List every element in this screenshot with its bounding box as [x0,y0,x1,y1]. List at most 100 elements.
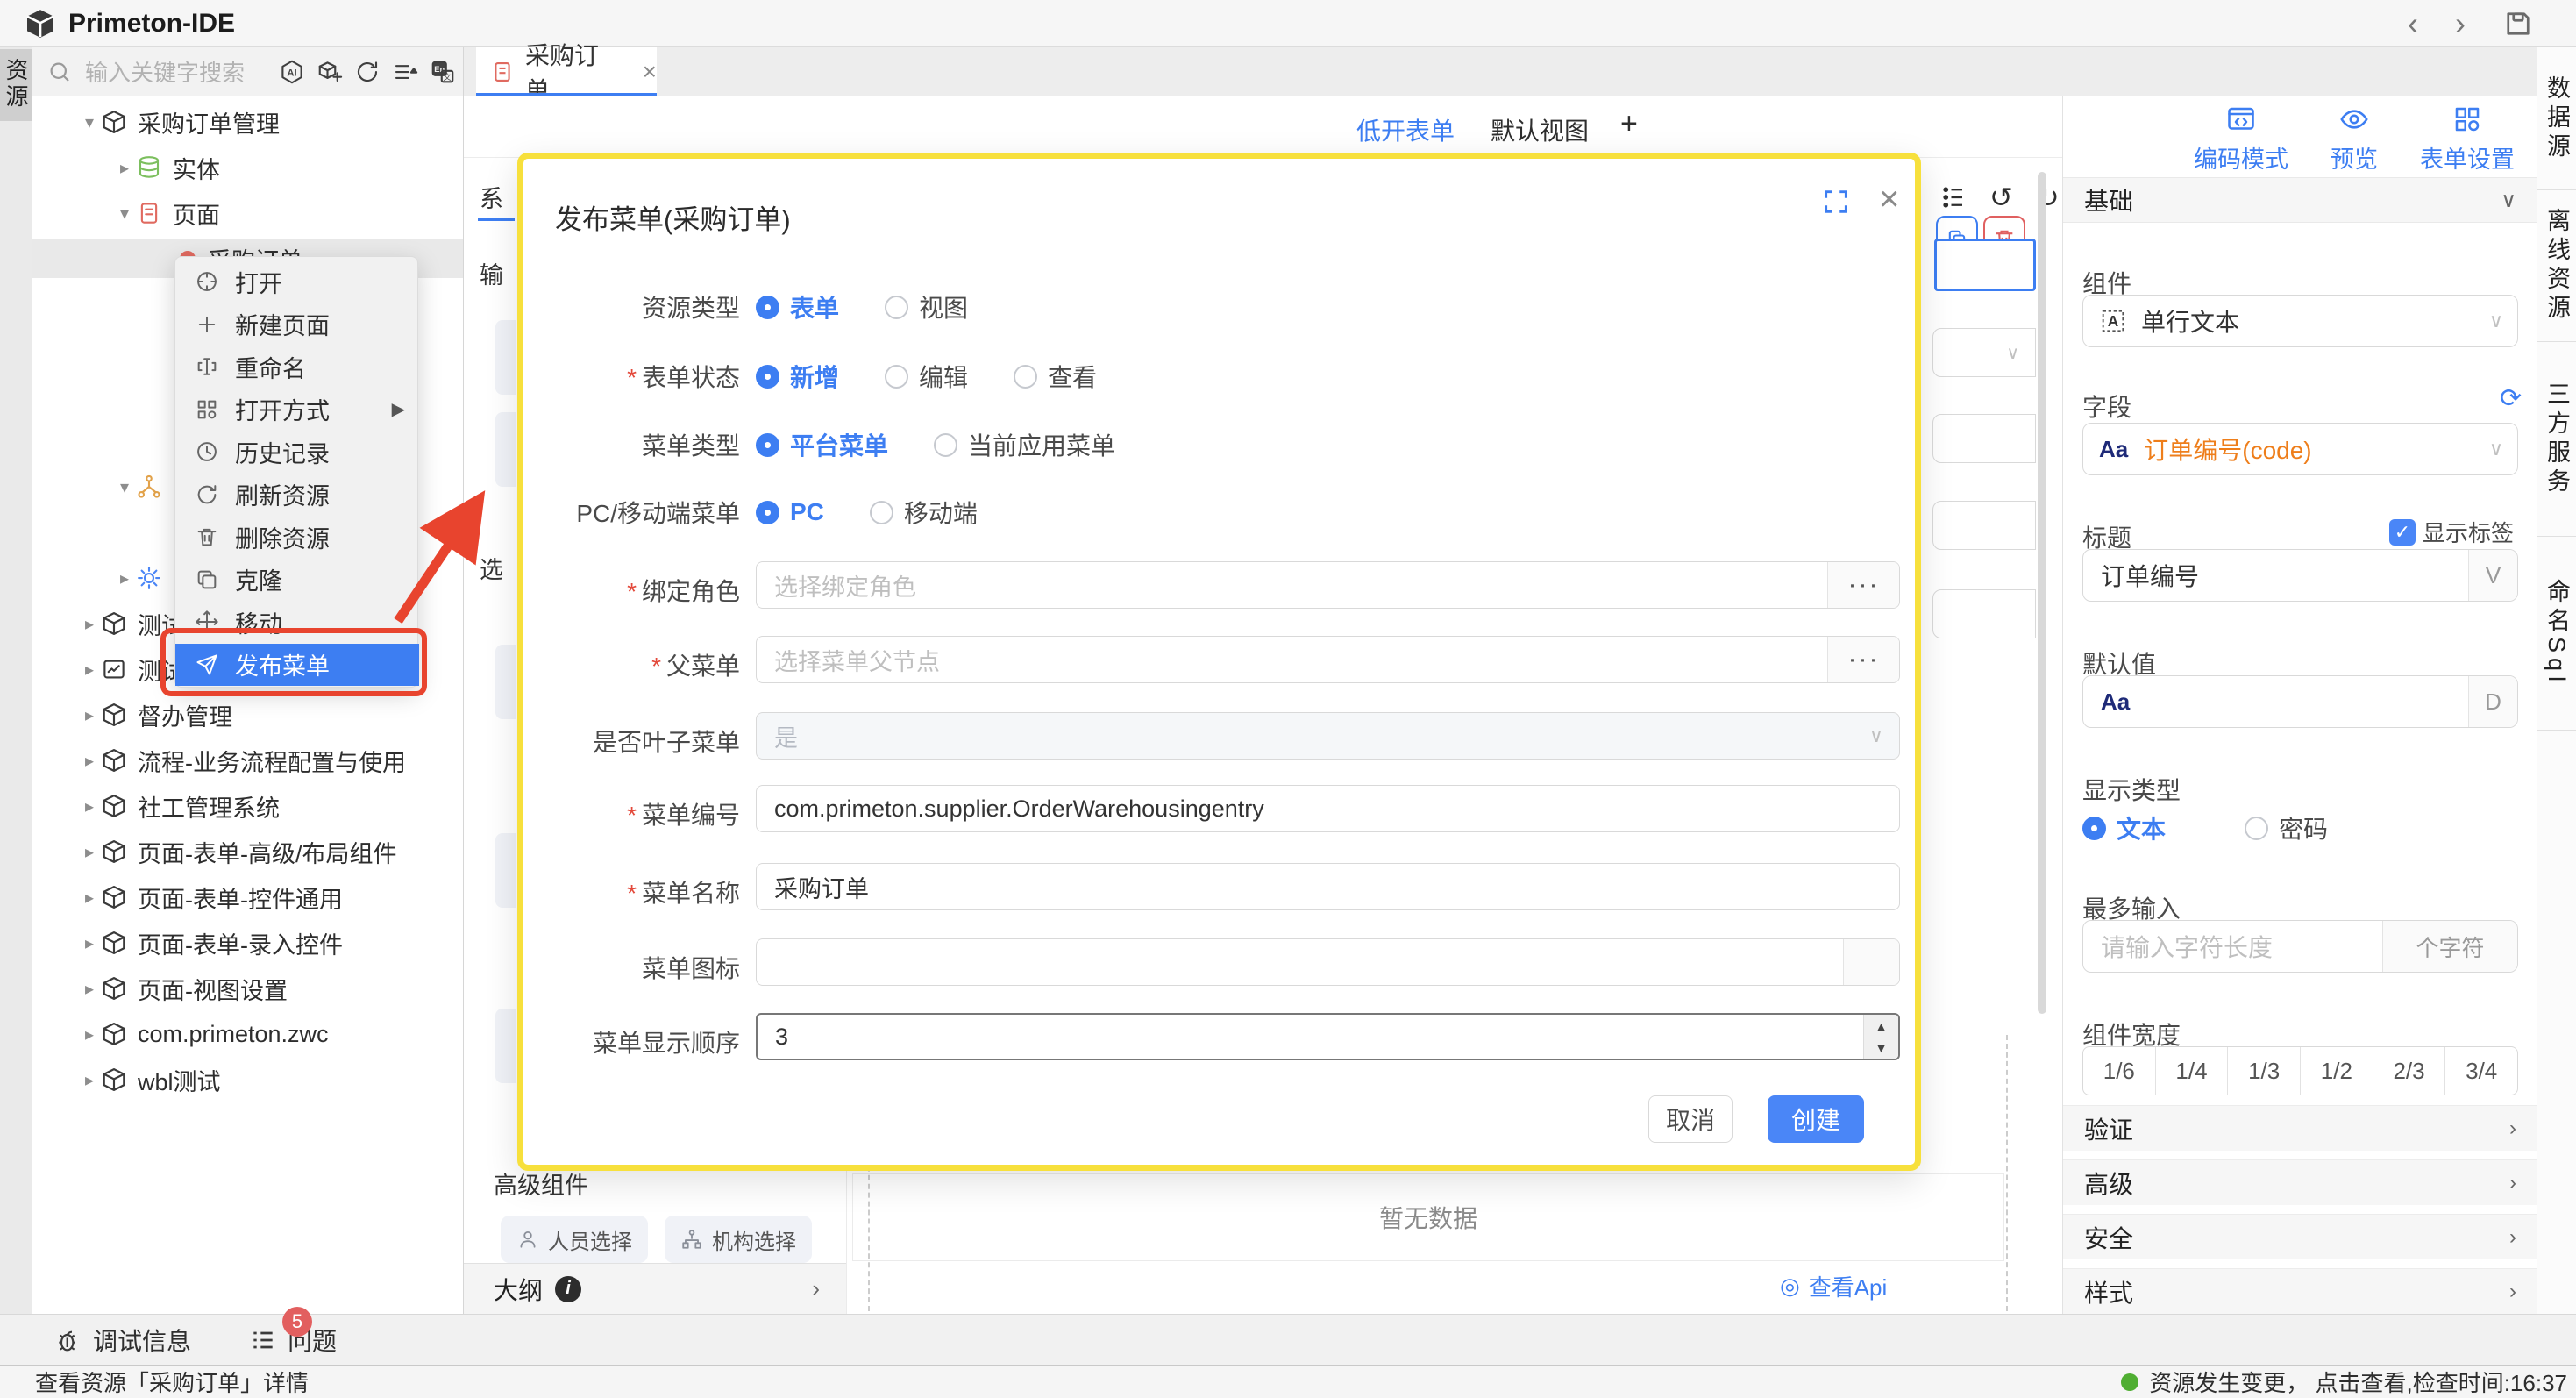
right-strip-tab-0[interactable]: 数据源 [2537,47,2576,190]
picker-ellipsis-button[interactable]: ··· [1827,562,1899,608]
right-strip-tab-3[interactable]: 命名Sql [2537,537,2576,731]
display-radio-密码[interactable]: 密码 [2245,810,2328,845]
menu-item-1[interactable]: 新建页面 [175,303,419,346]
canvas-field-input[interactable] [1932,589,2036,638]
radio-查看[interactable]: 查看 [1014,359,1097,394]
status-change-notice[interactable]: 资源发生变更， 点击查看,检查时间:16:37 [2121,1366,2567,1398]
expand-arrow-icon[interactable]: ▸ [78,1024,101,1045]
tree-item[interactable]: ▸页面-视图设置 [32,969,463,1008]
radio-表单[interactable]: 表单 [756,289,839,325]
translate-icon[interactable]: En文 [430,59,456,85]
palette-tab-partial[interactable]: 系 [480,180,511,214]
palette-tab-partial[interactable]: 输 [480,256,511,290]
width-option-1/2[interactable]: 1/2 [2301,1047,2373,1095]
radio-当前应用菜单[interactable]: 当前应用菜单 [934,427,1115,462]
undo-icon[interactable]: ↺ [1989,181,2013,214]
palette-chip-partial[interactable] [495,412,516,487]
model-icon[interactable] [317,59,343,85]
tree-item[interactable]: ▸督办管理 [32,695,463,734]
expand-arrow-icon[interactable]: ▸ [78,750,101,772]
tree-item[interactable]: ▾页面 [32,194,463,232]
menu-item-3[interactable]: 打开方式 ▶ [175,389,419,431]
save-icon[interactable] [2502,8,2534,39]
width-option-3/4[interactable]: 3/4 [2445,1047,2517,1095]
menu-item-2[interactable]: 重命名 [175,346,419,388]
canvas-field-input[interactable] [1932,501,2036,550]
palette-chip-partial[interactable] [495,833,516,908]
ai-icon[interactable]: AI [279,59,305,85]
palette-chip-0[interactable]: 人员选择 [501,1216,648,1263]
field-select[interactable]: Aa 订单编号(code) ∨ [2082,423,2518,475]
cancel-button[interactable]: 取消 [1648,1095,1733,1143]
icon-search-button[interactable] [1843,939,1899,985]
expand-arrow-icon[interactable]: ▸ [78,932,101,954]
tab-purchase-order[interactable]: 采购订单 × [476,47,657,96]
right-strip-tab-2[interactable]: 三方服务 [2537,342,2576,537]
view-api-link[interactable]: ◎ 查看Api [1780,1270,1887,1302]
right-strip-tab-1[interactable]: 离线资源 [2537,190,2576,342]
canvas-view-tab-2[interactable]: + [1620,107,1638,141]
toolbar-表单设置[interactable]: 表单设置 [2420,103,2515,175]
expand-arrow-icon[interactable]: ▸ [78,704,101,726]
expand-arrow-icon[interactable]: ▸ [78,1069,101,1091]
section-basic[interactable]: 基础 ∨ [2063,177,2537,223]
expand-arrow-icon[interactable]: ▸ [78,795,101,817]
resources-strip-tab[interactable]: 资源 [0,49,32,121]
outline-panel-header[interactable]: 大纲 i › [464,1263,846,1314]
canvas-view-tab-1[interactable]: 默认视图 [1491,112,1589,147]
debug-info-tab[interactable]: 调试信息 [54,1323,191,1358]
tree-item[interactable]: ▸页面-表单-控件通用 [32,878,463,917]
菜单显示顺序-input[interactable]: 3▲▼ [756,1013,1900,1060]
width-option-1/4[interactable]: 1/4 [2156,1047,2229,1095]
section-高级[interactable]: 高级› [2063,1159,2537,1205]
dynamic-toggle-button[interactable]: D [2468,676,2517,727]
expand-arrow-icon[interactable]: ▸ [78,659,101,681]
父菜单-input[interactable]: 选择菜单父节点··· [756,636,1900,683]
section-样式[interactable]: 样式› [2063,1268,2537,1314]
width-option-2/3[interactable]: 2/3 [2373,1047,2446,1095]
variable-toggle-button[interactable]: V [2468,550,2517,601]
palette-chip-1[interactable]: 机构选择 [665,1216,812,1263]
菜单图标-input[interactable] [756,938,1900,986]
菜单编号-input[interactable]: com.primeton.supplier.OrderWarehousingen… [756,785,1900,832]
expand-arrow-icon[interactable]: ▸ [78,841,101,863]
menu-item-4[interactable]: 历史记录 [175,431,419,473]
expand-arrow-icon[interactable]: ▾ [113,203,136,225]
default-value-input[interactable]: Aa D [2082,675,2518,728]
menu-item-0[interactable]: 打开 [175,260,419,303]
radio-平台菜单[interactable]: 平台菜单 [756,427,888,462]
fullscreen-icon[interactable] [1821,187,1851,217]
expand-arrow-icon[interactable]: ▸ [78,978,101,1000]
canvas-field-input[interactable] [1932,414,2036,463]
show-label-checkbox[interactable]: ✓ 显示标签 [2389,516,2514,548]
canvas-scrollbar[interactable] [2038,172,2046,1014]
radio-PC[interactable]: PC [756,498,824,526]
sort-icon[interactable] [392,59,418,85]
section-安全[interactable]: 安全› [2063,1214,2537,1259]
picker-ellipsis-button[interactable]: ··· [1827,637,1899,682]
spin-down-icon[interactable]: ▼ [1864,1037,1898,1059]
tree-item[interactable]: ▸wbl测试 [32,1060,463,1099]
palette-chip-partial[interactable] [495,1009,516,1083]
nav-back-icon[interactable]: ‹ [2408,5,2418,42]
expand-arrow-icon[interactable]: ▸ [113,567,136,589]
width-option-1/6[interactable]: 1/6 [2083,1047,2156,1095]
tree-item[interactable]: ▸流程-业务流程配置与使用 [32,741,463,780]
canvas-field-select[interactable]: ∨ [1932,328,2036,377]
canvas-view-tab-0[interactable]: 低开表单 [1356,112,1455,147]
palette-chip-partial[interactable] [495,320,516,395]
expand-arrow-icon[interactable]: ▾ [113,476,136,498]
section-验证[interactable]: 验证› [2063,1105,2537,1151]
radio-编辑[interactable]: 编辑 [885,359,968,394]
tree-item[interactable]: ▸实体 [32,148,463,187]
tree-item[interactable]: ▸com.primeton.zwc [32,1015,463,1053]
max-length-input[interactable]: 请输入字符长度 个字符 [2082,920,2518,973]
number-spinner[interactable]: ▲▼ [1863,1015,1898,1059]
search-input[interactable]: 输入关键字搜索 [85,55,245,88]
palette-chip-partial[interactable] [495,645,516,719]
refresh-field-icon[interactable]: ⟳ [2500,383,2522,414]
nav-forward-icon[interactable]: › [2455,5,2466,42]
width-option-1/3[interactable]: 1/3 [2228,1047,2301,1095]
tree-item[interactable]: ▸社工管理系统 [32,787,463,825]
radio-移动端[interactable]: 移动端 [870,495,978,530]
